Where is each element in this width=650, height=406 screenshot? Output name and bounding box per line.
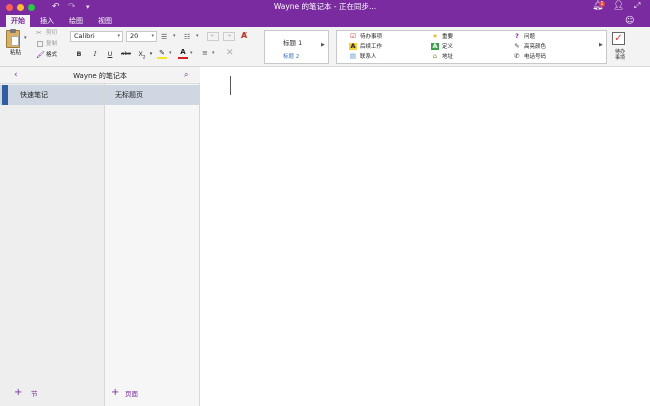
format-painter-label[interactable]: 格式 bbox=[46, 52, 57, 59]
numbered-list-dropdown-icon[interactable]: ▾ bbox=[196, 33, 199, 39]
font-color-swatch bbox=[178, 57, 188, 59]
pen-icon: ✎ bbox=[514, 42, 520, 50]
text-cursor bbox=[230, 76, 231, 95]
tab-insert[interactable]: 插入 bbox=[35, 15, 59, 27]
font-size-value: 20 bbox=[130, 32, 139, 40]
format-painter-icon[interactable]: 🖌︎ bbox=[36, 51, 45, 59]
underline-button[interactable]: U bbox=[105, 49, 115, 59]
definition-a-icon: A bbox=[431, 42, 439, 50]
tag-question[interactable]: ? 问题 bbox=[513, 33, 535, 41]
tag-label: 重要 bbox=[442, 34, 454, 40]
section-label: 快速笔记 bbox=[20, 91, 48, 99]
section-item-quick-notes[interactable]: 快速笔记 bbox=[0, 85, 104, 105]
copy-icon[interactable] bbox=[37, 41, 43, 47]
page-label: 无标题页 bbox=[115, 91, 143, 99]
window-title: Wayne 的笔记本 - 正在同步... bbox=[273, 2, 377, 11]
title-bar: ↶ ↷ ▾ Wayne 的笔记本 - 正在同步... 🔔︎ 1 👤︎ ⤢ bbox=[0, 0, 650, 15]
font-family-value: Calibri bbox=[74, 32, 95, 40]
paste-dropdown-icon[interactable]: ▾ bbox=[24, 35, 27, 41]
bold-button[interactable]: B bbox=[74, 49, 84, 59]
highlight-a-icon: A bbox=[349, 42, 357, 50]
scissors-icon[interactable]: ✂ bbox=[36, 29, 42, 37]
subscript-mark: 2 bbox=[142, 55, 146, 61]
font-size-select[interactable]: 20 ▾ bbox=[126, 31, 157, 42]
tags-gallery: ☑ 待办事项 A 后续工作 ▤ 联系人 ★ 重要 A 定义 ⌂ 地址 ? 问题 ✎ 高亮颜色 ✆… bbox=[336, 30, 607, 64]
notebook-header: ‹ Wayne 的笔记本 ⌕ bbox=[0, 67, 200, 84]
style-heading2[interactable]: 标题 2 bbox=[283, 52, 299, 60]
tab-home[interactable]: 开始 bbox=[6, 15, 30, 27]
cut-label[interactable]: 剪切 bbox=[46, 30, 57, 37]
tag-label: 地址 bbox=[442, 54, 454, 60]
checkbox-icon: ☑ bbox=[350, 32, 356, 40]
copy-label[interactable]: 复制 bbox=[46, 41, 57, 48]
ribbon-tab-bar: 开始 插入 绘图 视图 ☺ bbox=[0, 15, 650, 27]
paste-clipboard-icon[interactable] bbox=[6, 29, 20, 48]
contact-icon: ▤ bbox=[349, 52, 357, 60]
increase-indent-icon[interactable]: ⇥ bbox=[223, 32, 235, 41]
tag-label: 后续工作 bbox=[360, 44, 383, 50]
page-item-untitled[interactable]: 无标题页 bbox=[105, 85, 199, 105]
style-heading1[interactable]: 标题 1 bbox=[283, 37, 302, 47]
star-icon: ★ bbox=[432, 32, 438, 40]
tag-label: 联系人 bbox=[360, 54, 377, 60]
note-canvas[interactable] bbox=[201, 67, 650, 406]
paste-label[interactable]: 粘贴 bbox=[10, 50, 21, 57]
todo-checkbox-icon[interactable]: ✓ bbox=[612, 32, 625, 45]
tag-definition[interactable]: A 定义 bbox=[431, 43, 453, 51]
tag-contact[interactable]: ▤ 联系人 bbox=[349, 53, 377, 61]
italic-button[interactable]: I bbox=[90, 49, 100, 59]
page-list: 无标题页 + 页面 bbox=[105, 84, 200, 406]
tab-draw[interactable]: 绘图 bbox=[64, 15, 88, 27]
numbered-list-icon[interactable]: ☷ bbox=[184, 33, 190, 41]
tag-label: 问题 bbox=[524, 34, 536, 40]
tag-label: 待办事项 bbox=[360, 34, 383, 40]
todo-tag-button[interactable]: 待办 事项 bbox=[612, 49, 628, 61]
section-list: 快速笔记 + 节 bbox=[0, 84, 105, 406]
tab-view[interactable]: 视图 bbox=[93, 15, 117, 27]
add-section-button[interactable]: 节 bbox=[31, 389, 38, 399]
tag-todo[interactable]: ☑ 待办事项 bbox=[349, 33, 382, 41]
add-page-button[interactable]: 页面 bbox=[125, 389, 138, 399]
tag-phone[interactable]: ✆ 电话号码 bbox=[513, 53, 546, 61]
strikethrough-button[interactable]: abc bbox=[119, 49, 133, 59]
font-family-select[interactable]: Calibri ▾ bbox=[70, 31, 123, 42]
clear-formatting-icon[interactable]: A̸ bbox=[241, 31, 247, 41]
tag-label: 定义 bbox=[442, 44, 454, 50]
search-icon[interactable]: ⌕ bbox=[184, 69, 188, 80]
bullet-list-dropdown-icon[interactable]: ▾ bbox=[173, 33, 176, 39]
font-color-dropdown-icon[interactable]: ▾ bbox=[190, 50, 193, 56]
share-person-icon[interactable]: 👤︎ bbox=[613, 1, 624, 11]
decrease-indent-icon[interactable]: ⇤ bbox=[207, 32, 219, 41]
add-page-plus-icon[interactable]: + bbox=[111, 388, 119, 398]
house-icon: ⌂ bbox=[432, 52, 438, 60]
align-dropdown-icon[interactable]: ▾ bbox=[212, 50, 215, 56]
tag-address[interactable]: ⌂ 地址 bbox=[431, 53, 453, 61]
chevron-down-icon: ▾ bbox=[117, 33, 120, 39]
chevron-down-icon: ▾ bbox=[151, 33, 154, 39]
section-color-marker bbox=[2, 85, 8, 105]
phone-icon: ✆ bbox=[514, 52, 520, 60]
tag-important[interactable]: ★ 重要 bbox=[431, 33, 453, 41]
tag-highlight[interactable]: ✎ 高亮颜色 bbox=[513, 43, 546, 51]
align-icon[interactable]: ≡ bbox=[202, 49, 208, 58]
add-section-plus-icon[interactable]: + bbox=[14, 388, 22, 398]
ribbon-home: ▾ 粘贴 ✂ 剪切 复制 🖌︎ 格式 Calibri ▾ 20 ▾ B I U … bbox=[0, 27, 650, 67]
feedback-smiley-icon[interactable]: ☺ bbox=[625, 16, 634, 26]
styles-gallery: 标题 1 标题 2 ▶ bbox=[264, 30, 329, 64]
highlight-dropdown-icon[interactable]: ▾ bbox=[169, 50, 172, 56]
tag-label: 电话号码 bbox=[524, 54, 547, 60]
tag-label: 高亮颜色 bbox=[524, 44, 547, 50]
subscript-dropdown-icon[interactable]: ▾ bbox=[148, 49, 154, 59]
highlight-color-swatch bbox=[157, 57, 167, 59]
tag-follow-up[interactable]: A 后续工作 bbox=[349, 43, 382, 51]
fullscreen-icon[interactable]: ⤢ bbox=[634, 1, 640, 11]
notification-badge: 1 bbox=[599, 1, 605, 7]
notebook-title[interactable]: Wayne 的笔记本 bbox=[0, 71, 200, 81]
delete-icon[interactable]: ✕ bbox=[226, 48, 234, 58]
tags-expand-icon[interactable]: ▶ bbox=[599, 42, 603, 48]
question-icon: ? bbox=[515, 32, 519, 40]
styles-expand-icon[interactable]: ▶ bbox=[321, 42, 325, 48]
bullet-list-icon[interactable]: ☰ bbox=[161, 33, 167, 41]
subscript-button[interactable]: X2 bbox=[136, 49, 148, 61]
